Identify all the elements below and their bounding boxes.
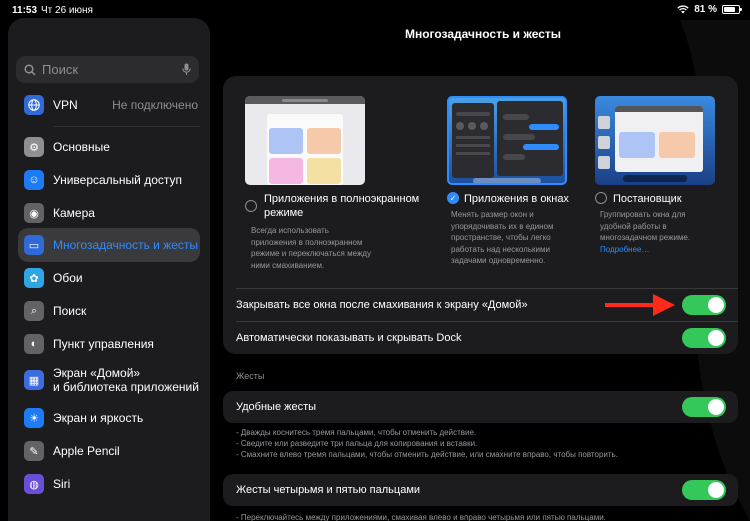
battery-icon [722,5,742,14]
siri-icon: ◍ [24,474,44,494]
option-fullscreen-label: Приложения в полноэкранном режиме [264,193,420,219]
auto-hide-dock-row: Автоматически показывать и скрывать Dock [223,322,738,354]
sidebar-item-label: Экран «Домой» и библиотека приложений [53,366,199,394]
four-five-finger-toggle[interactable] [682,480,726,500]
option-windowed-apps-description: Менять размер окон и упорядочивать их в … [451,210,554,265]
stage-manager-description-text: Группировать окна для удобной работы в м… [600,210,691,242]
status-time: 11:53 [12,5,38,16]
four-five-finger-card: Жесты четырьмя и пятью пальцами [223,474,738,506]
gestures-section-header: Жесты [236,371,265,381]
search-icon: ⌕ [24,301,44,321]
status-bar: 11:53 Чт 26 июня 81 % [0,0,750,20]
wallpaper-icon: ✿ [24,268,44,288]
brightness-icon: ☀ [24,408,44,428]
camera-icon: ◉ [24,203,44,223]
search-placeholder: Поиск [42,62,79,77]
smart-gestures-card: Удобные жесты [223,391,738,423]
smart-gestures-row: Удобные жесты [223,391,738,423]
sidebar-item-control-center[interactable]: ◐ Пункт управления [18,327,200,361]
sidebar: Поиск VPN Не подключено ⚙ Основные ☺ Универ… [8,18,210,521]
learn-more-link[interactable]: Подробнее… [600,244,718,256]
sidebar-item-search[interactable]: ⌕ Поиск [18,294,200,328]
sidebar-item-vpn[interactable]: VPN Не подключено [18,88,200,122]
option-stage-manager-description: Группировать окна для удобной работы в м… [600,209,718,255]
four-five-finger-row: Жесты четырьмя и пятью пальцами [223,474,738,506]
sidebar-item-accessibility[interactable]: ☺ Универсальный доступ [18,163,200,197]
sidebar-item-label: Поиск [53,304,87,318]
status-date: Чт 26 июня [41,5,93,16]
smart-gestures-toggle[interactable] [682,397,726,417]
smart-gestures-notes: - Дважды коснитесь тремя пальцами, чтобы… [236,427,618,460]
accessibility-icon: ☺ [24,170,44,190]
smart-gestures-label: Удобные жесты [236,401,317,413]
divider [54,126,200,127]
home-screen-icon: ▦ [24,370,44,390]
annotation-arrow-icon [605,294,675,316]
control-center-icon: ◐ [24,334,44,354]
battery-percent: 81 % [694,4,717,15]
wifi-icon [677,5,689,14]
multitasking-icon: ▭ [24,235,44,255]
fullscreen-preview-image [245,96,365,185]
sidebar-item-camera[interactable]: ◉ Камера [18,196,200,230]
option-fullscreen-description: Всегда использовать приложения в полноэк… [251,226,371,270]
search-field[interactable]: Поиск [16,56,199,83]
windowed-apps-preview-image [447,96,567,185]
radio-windowed-apps[interactable]: ✓ [447,192,459,204]
auto-hide-dock-toggle[interactable] [682,328,726,348]
note-line: - Смахните влево тремя пальцами, чтобы о… [236,450,618,459]
close-windows-label: Закрывать все окна после смахивания к эк… [236,299,528,311]
sidebar-item-label: Siri [53,477,71,491]
radio-stage-manager[interactable] [595,192,607,204]
vpn-icon [24,95,44,115]
note-line: - Дважды коснитесь тремя пальцами, чтобы… [236,428,477,437]
status-right: 81 % [677,4,742,15]
search-icon [24,63,36,76]
sidebar-item-label: Камера [53,206,95,220]
four-five-finger-notes: - Переключайтесь между приложениями, сма… [236,512,606,521]
microphone-icon[interactable] [182,63,191,76]
sidebar-item-label: Экран и яркость [53,411,144,425]
option-windowed-apps[interactable] [447,96,569,185]
option-stage-manager[interactable] [595,96,717,185]
sidebar-item-label: Обои [53,271,83,285]
sidebar-item-pencil[interactable]: ✎ Apple Pencil [18,434,200,468]
auto-hide-dock-label: Автоматически показывать и скрывать Dock [236,332,462,344]
stage-manager-preview-image [595,96,715,185]
note-line: - Сведите или разведите три пальца для к… [236,439,478,448]
sidebar-item-label: Многозадачность и жесты [53,238,199,252]
gear-icon: ⚙ [24,137,44,157]
sidebar-item-label: Пункт управления [53,337,154,351]
radio-fullscreen[interactable] [245,200,257,212]
page-title: Многозадачность и жесты [404,27,562,41]
sidebar-item-label: Универсальный доступ [53,173,183,187]
sidebar-item-multitasking[interactable]: ▭ Многозадачность и жесты [18,228,200,262]
option-stage-manager-label: Постановщик [613,193,682,205]
sidebar-item-label: Основные [53,140,110,154]
sidebar-item-siri[interactable]: ◍ Siri [18,467,200,501]
sidebar-item-home-screen[interactable]: ▦ Экран «Домой» и библиотека приложений [18,360,200,400]
four-five-finger-label: Жесты четырьмя и пятью пальцами [236,484,421,496]
note-line: - Переключайтесь между приложениями, сма… [236,513,606,521]
sidebar-item-wallpaper[interactable]: ✿ Обои [18,261,200,295]
pencil-icon: ✎ [24,441,44,461]
close-windows-toggle[interactable] [682,295,726,315]
sidebar-item-label: VPN [53,98,78,112]
vpn-status: Не подключено [112,98,198,112]
option-windowed-apps-label: Приложения в окнах [464,193,569,205]
sidebar-item-label: Apple Pencil [53,444,120,458]
sidebar-item-gear[interactable]: ⚙ Основные [18,130,200,164]
sidebar-item-brightness[interactable]: ☀ Экран и яркость [18,401,200,435]
option-fullscreen[interactable] [245,96,367,185]
